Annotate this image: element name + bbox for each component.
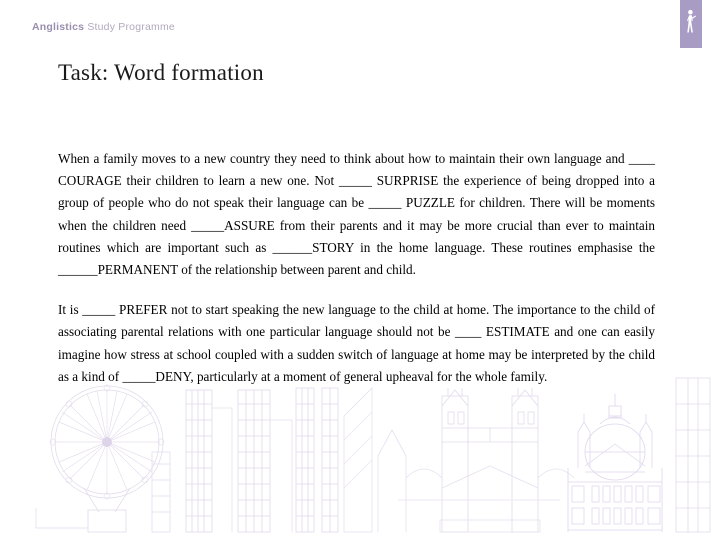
tower-bridge-icon xyxy=(377,388,575,533)
slide-header: Anglistics Study Programme xyxy=(0,0,720,58)
office-blocks-icon xyxy=(185,387,373,533)
page-title: Task: Word formation xyxy=(58,60,264,85)
st-pauls-cathedral-icon xyxy=(567,394,663,532)
paragraph-1: When a family moves to a new country the… xyxy=(58,151,655,278)
task-body: When a family moves to a new country the… xyxy=(58,148,655,388)
brand-subtitle: Study Programme xyxy=(87,21,175,33)
london-eye-icon xyxy=(35,384,165,533)
standing-figure-icon xyxy=(687,9,696,33)
riverside-block-icon xyxy=(151,451,171,533)
right-tower-icon xyxy=(675,377,711,533)
brand-title: Anglistics Study Programme xyxy=(32,21,175,33)
brand-name: Anglistics xyxy=(32,21,85,33)
logo-bar xyxy=(680,0,702,48)
paragraph-2: It is _____ PREFER not to start speaking… xyxy=(58,302,655,384)
